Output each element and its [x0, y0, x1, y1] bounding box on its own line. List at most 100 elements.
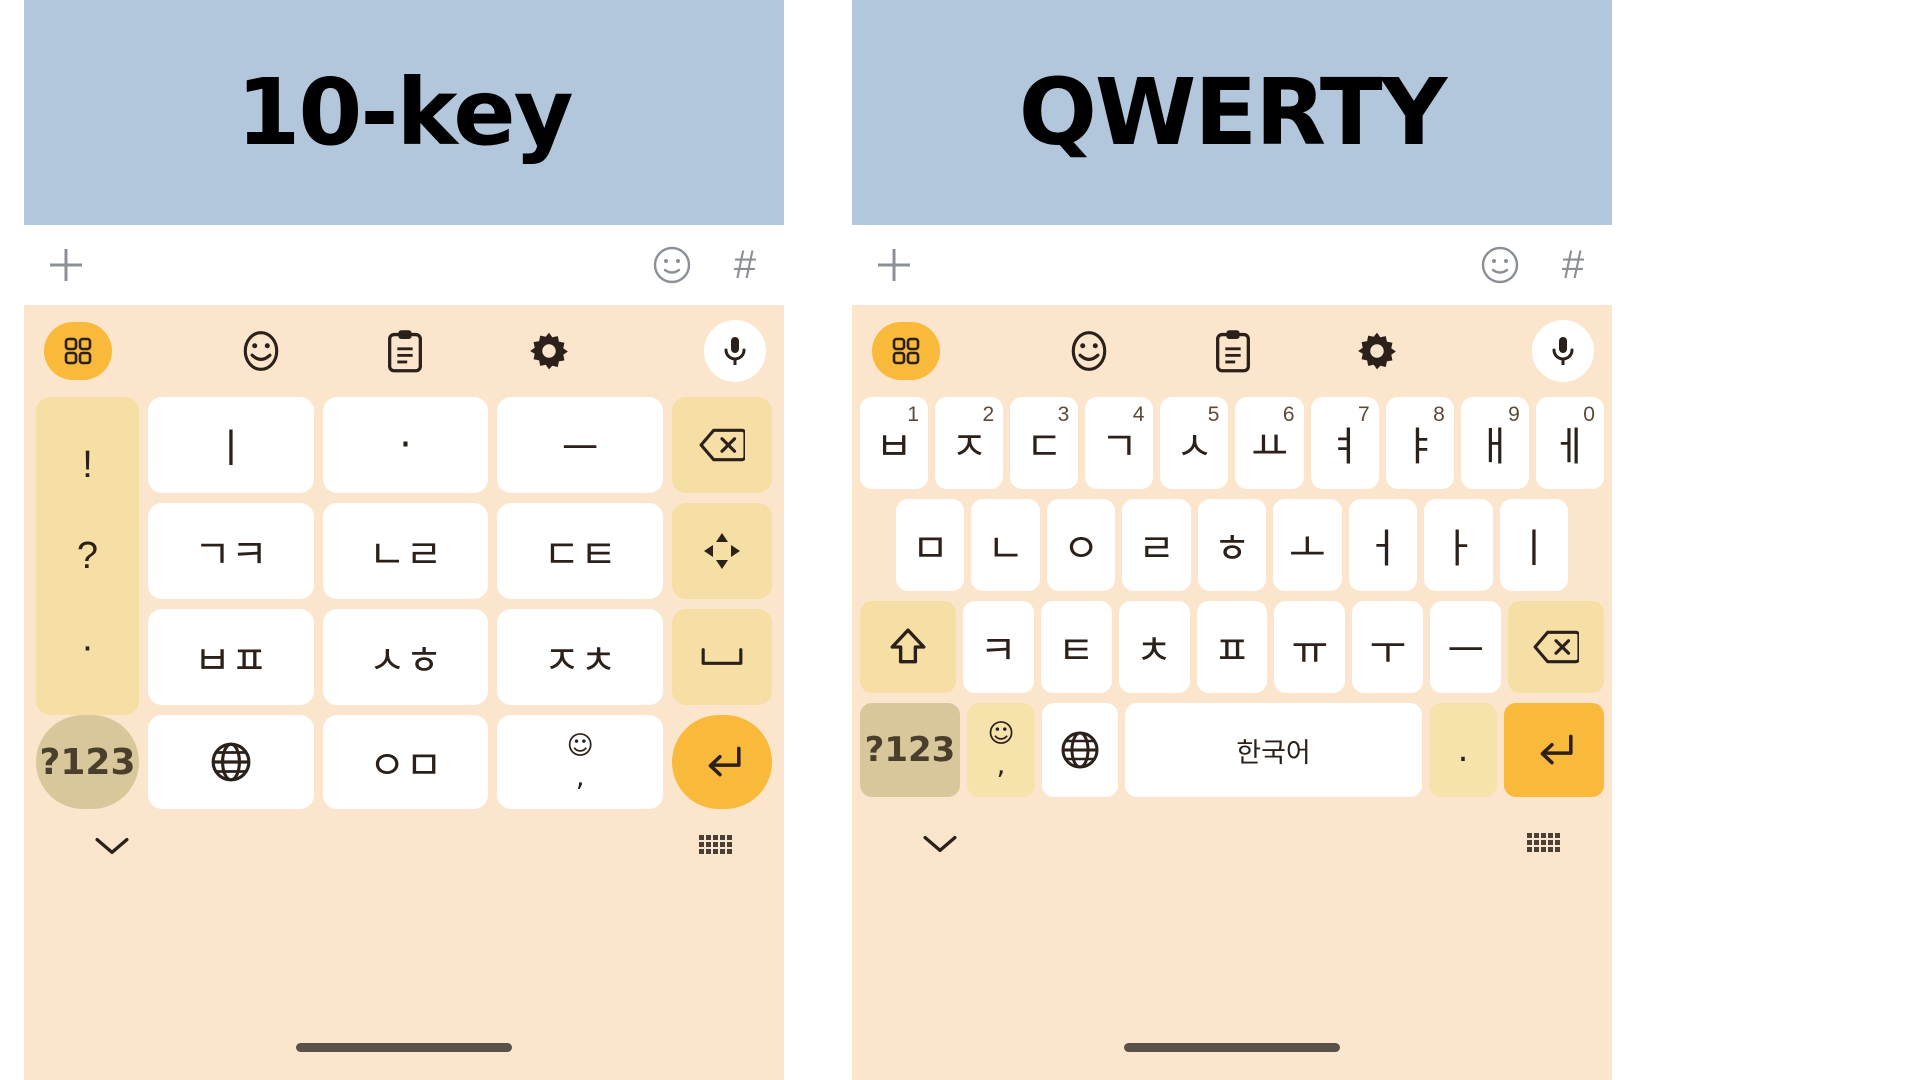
clipboard-button[interactable]: [333, 328, 477, 374]
key-nieun[interactable]: ㄴ: [971, 499, 1040, 591]
settings-button[interactable]: [1305, 330, 1449, 372]
move-arrows-icon: [704, 533, 740, 569]
key-ae[interactable]: ㅐ 9: [1460, 397, 1529, 489]
key-jieut-chieut[interactable]: ㅈㅊ: [497, 609, 664, 705]
key-rieul[interactable]: ㄹ: [1122, 499, 1191, 591]
shift-arrow-icon: [890, 628, 926, 664]
apps-grid-button[interactable]: [872, 322, 1016, 380]
settings-button[interactable]: [477, 330, 621, 372]
shift-key[interactable]: [860, 601, 956, 693]
ieung-mieum-key[interactable]: ㅇㅁ: [322, 715, 489, 809]
cursor-move-key[interactable]: [672, 503, 772, 599]
key-siot-hieut[interactable]: ㅅㅎ: [322, 609, 489, 705]
hashtag-icon[interactable]: #: [728, 245, 762, 285]
key-o[interactable]: ㅗ: [1273, 499, 1342, 591]
key-bieup-pieup[interactable]: ㅂㅍ: [148, 609, 314, 705]
panel-qwerty: QWERTY # ㅂ 1 ㅈ 2 ㄷ 3 ㄱ 4 ㅅ 5 ㅛ 6 ㅕ 7 ㅑ 8…: [852, 0, 1612, 1080]
emoji-icon: [241, 329, 281, 373]
key-number: 8: [1433, 403, 1445, 426]
emoji-face-icon[interactable]: [652, 245, 692, 285]
microphone-button[interactable]: [1450, 320, 1595, 382]
emoji-button[interactable]: [188, 329, 332, 373]
emoji-comma-key[interactable]: ☺ ,: [967, 703, 1035, 797]
emoji-face-icon[interactable]: [1480, 245, 1520, 285]
screenshot-root: 10-key # ! ? · ㅣ · ㅡ ㄱㅋ ㄴㄹ ㄷㅌ ㅂㅍ ㅅㅎ ㅈㅊ ?…: [0, 0, 1920, 1080]
key-number: 0: [1583, 403, 1595, 426]
key-number: 9: [1508, 403, 1520, 426]
plus-icon[interactable]: [44, 243, 88, 287]
home-indicator: [296, 1043, 512, 1052]
key-vowel-eu[interactable]: ㅡ: [497, 397, 664, 493]
key-vowel-dot[interactable]: ·: [322, 397, 489, 493]
keyboard-qwerty: ㅂ 1 ㅈ 2 ㄷ 3 ㄱ 4 ㅅ 5 ㅛ 6 ㅕ 7 ㅑ 8 ㅐ 9 ㅔ 0 …: [852, 305, 1612, 1080]
key-yu[interactable]: ㅠ: [1274, 601, 1346, 693]
comma-label: ,: [996, 748, 1006, 781]
emoji-small-icon: ☺: [987, 719, 1015, 749]
key-yo[interactable]: ㅛ 6: [1235, 397, 1304, 489]
key-jieut[interactable]: ㅈ 2: [935, 397, 1004, 489]
ten-key-function-column: [672, 397, 772, 715]
backspace-key[interactable]: [1508, 601, 1604, 693]
key-siot[interactable]: ㅅ 5: [1160, 397, 1229, 489]
settings-gear-icon: [1356, 330, 1398, 372]
qwerty-row-4: ?123 ☺ , 한국어 .: [852, 703, 1612, 797]
keyboard-toolbar: [24, 305, 784, 397]
period-key[interactable]: .: [1429, 703, 1497, 797]
backspace-key[interactable]: [672, 397, 772, 493]
key-pieup[interactable]: ㅍ: [1196, 601, 1268, 693]
ten-key-row-2: ㄱㅋ ㄴㄹ ㄷㅌ: [148, 503, 664, 599]
key-i[interactable]: ㅣ: [1499, 499, 1568, 591]
home-indicator: [1124, 1043, 1340, 1052]
key-mieum[interactable]: ㅁ: [896, 499, 965, 591]
clipboard-button[interactable]: [1161, 328, 1305, 374]
chevron-down-icon[interactable]: [922, 833, 958, 855]
emoji-button[interactable]: [1016, 329, 1160, 373]
key-giyeok-kieuk[interactable]: ㄱㅋ: [148, 503, 314, 599]
ten-key-row-3: ㅂㅍ ㅅㅎ ㅈㅊ: [148, 609, 664, 705]
chevron-down-icon[interactable]: [94, 835, 130, 857]
language-globe-key[interactable]: [1042, 703, 1118, 797]
key-u[interactable]: ㅜ: [1352, 601, 1424, 693]
key-yeo[interactable]: ㅕ 7: [1310, 397, 1379, 489]
plus-icon[interactable]: [872, 243, 916, 287]
key-number: 6: [1282, 403, 1295, 426]
apps-grid-button[interactable]: [44, 322, 188, 380]
key-ya[interactable]: ㅑ 8: [1385, 397, 1454, 489]
key-nieun-rieul[interactable]: ㄴㄹ: [322, 503, 489, 599]
key-digeut[interactable]: ㄷ 3: [1010, 397, 1079, 489]
key-vowel-i[interactable]: ㅣ: [148, 397, 314, 493]
hashtag-icon[interactable]: #: [1556, 245, 1590, 285]
enter-key[interactable]: [672, 715, 773, 809]
emoji-comma-stack: ☺ ,: [567, 733, 594, 791]
key-a[interactable]: ㅏ: [1424, 499, 1493, 591]
space-key[interactable]: [672, 609, 772, 705]
mini-keyboard-icon[interactable]: [1527, 833, 1560, 852]
key-e[interactable]: ㅔ 0: [1535, 397, 1604, 489]
key-tieut[interactable]: ㅌ: [1040, 601, 1112, 693]
key-ieung[interactable]: ㅇ: [1046, 499, 1116, 591]
language-globe-key[interactable]: [148, 715, 314, 809]
symbols-key[interactable]: ?123: [36, 715, 139, 809]
key-hieut[interactable]: ㅎ: [1197, 499, 1267, 591]
key-eu[interactable]: ㅡ: [1430, 601, 1502, 693]
key-kieuk[interactable]: ㅋ: [962, 601, 1034, 693]
key-chieut[interactable]: ㅊ: [1118, 601, 1190, 693]
app-toolbar: #: [24, 225, 784, 305]
key-digeut-tieut[interactable]: ㄷㅌ: [497, 503, 664, 599]
backspace-icon: [699, 428, 745, 462]
microphone-button[interactable]: [622, 320, 767, 382]
key-bieup[interactable]: ㅂ 1: [860, 397, 929, 489]
punctuation-column: ! ? ·: [36, 397, 139, 715]
emoji-comma-key[interactable]: ☺ ,: [497, 715, 664, 809]
enter-arrow-icon: [708, 746, 741, 777]
space-key[interactable]: 한국어: [1125, 703, 1422, 797]
globe-icon: [211, 742, 251, 782]
key-giyeok[interactable]: ㄱ 4: [1085, 397, 1154, 489]
enter-key[interactable]: [1504, 703, 1604, 797]
punctuation-key[interactable]: ! ? ·: [36, 397, 139, 715]
symbols-key[interactable]: ?123: [860, 703, 960, 797]
keyboard-toolbar: [852, 305, 1612, 397]
app-toolbar: #: [852, 225, 1612, 305]
key-eo[interactable]: ㅓ: [1348, 499, 1418, 591]
mini-keyboard-icon[interactable]: [699, 835, 732, 854]
